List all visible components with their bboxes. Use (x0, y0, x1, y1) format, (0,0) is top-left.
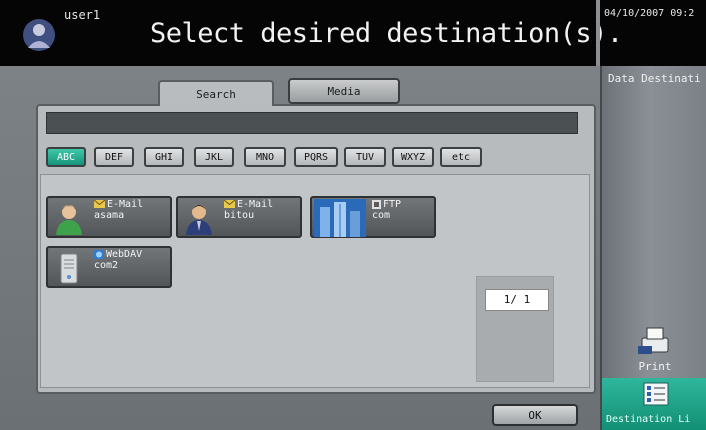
pagination-panel: 1/ 1 (476, 276, 554, 382)
destination-name: com2 (94, 260, 119, 271)
destination-list-label: Destination Li (606, 414, 691, 425)
index-key-ghi[interactable]: GHI (144, 147, 184, 167)
user-name: user1 (64, 8, 101, 22)
destination-entry-com[interactable]: FTP com (310, 196, 436, 238)
server-icon (60, 253, 78, 284)
destination-type: WebDAV (106, 249, 143, 260)
datetime: 04/10/2007 09:2 (604, 8, 695, 19)
header-divider (596, 0, 600, 66)
print-button[interactable]: Print (602, 324, 706, 376)
page-title: Select desired destination(s). (150, 18, 623, 49)
index-key-pqrs[interactable]: PQRS (294, 147, 338, 167)
destination-entry-com2[interactable]: WebDAV com2 (46, 246, 172, 288)
search-input[interactable] (46, 112, 578, 134)
index-key-tuv[interactable]: TUV (344, 147, 386, 167)
destination-name: com (372, 210, 391, 221)
destination-entry-bitou[interactable]: E-Mail bitou (176, 196, 302, 238)
ok-button[interactable]: OK (492, 404, 578, 426)
tab-media[interactable]: Media (288, 78, 400, 104)
top-bar: user1 Select desired destination(s). 04/… (0, 0, 706, 66)
print-label: Print (638, 360, 672, 373)
index-key-def[interactable]: DEF (94, 147, 134, 167)
side-panel-title: Data Destinati (608, 72, 701, 85)
destination-entry-asama[interactable]: E-Mail asama (46, 196, 172, 238)
user-icon (23, 19, 55, 51)
index-key-mno[interactable]: MNO (244, 147, 286, 167)
destination-name: asama (94, 210, 125, 221)
tab-search[interactable]: Search (158, 80, 274, 106)
destination-type: FTP (383, 199, 402, 210)
page-counter: 1/ 1 (485, 289, 549, 311)
destination-type: E-Mail (237, 199, 274, 210)
printer-icon (638, 327, 669, 354)
destination-name: bitou (224, 210, 255, 221)
index-key-jkl[interactable]: JKL (194, 147, 234, 167)
index-key-etc[interactable]: etc (440, 147, 482, 167)
index-key-wxyz[interactable]: WXYZ (392, 147, 434, 167)
index-key-abc[interactable]: ABC (46, 147, 86, 167)
building-icon (314, 199, 366, 237)
list-icon (643, 382, 669, 406)
destination-list-button[interactable]: Destination Li (602, 378, 706, 430)
ftp-icon (372, 199, 381, 209)
person-suit-icon (186, 205, 212, 235)
side-panel: Data Destinati Print Destination Li (600, 66, 706, 430)
email-icon (94, 200, 105, 208)
person-green-icon (56, 205, 82, 235)
destination-type: E-Mail (107, 199, 144, 210)
email-icon (224, 200, 235, 208)
webdav-icon (94, 249, 104, 259)
